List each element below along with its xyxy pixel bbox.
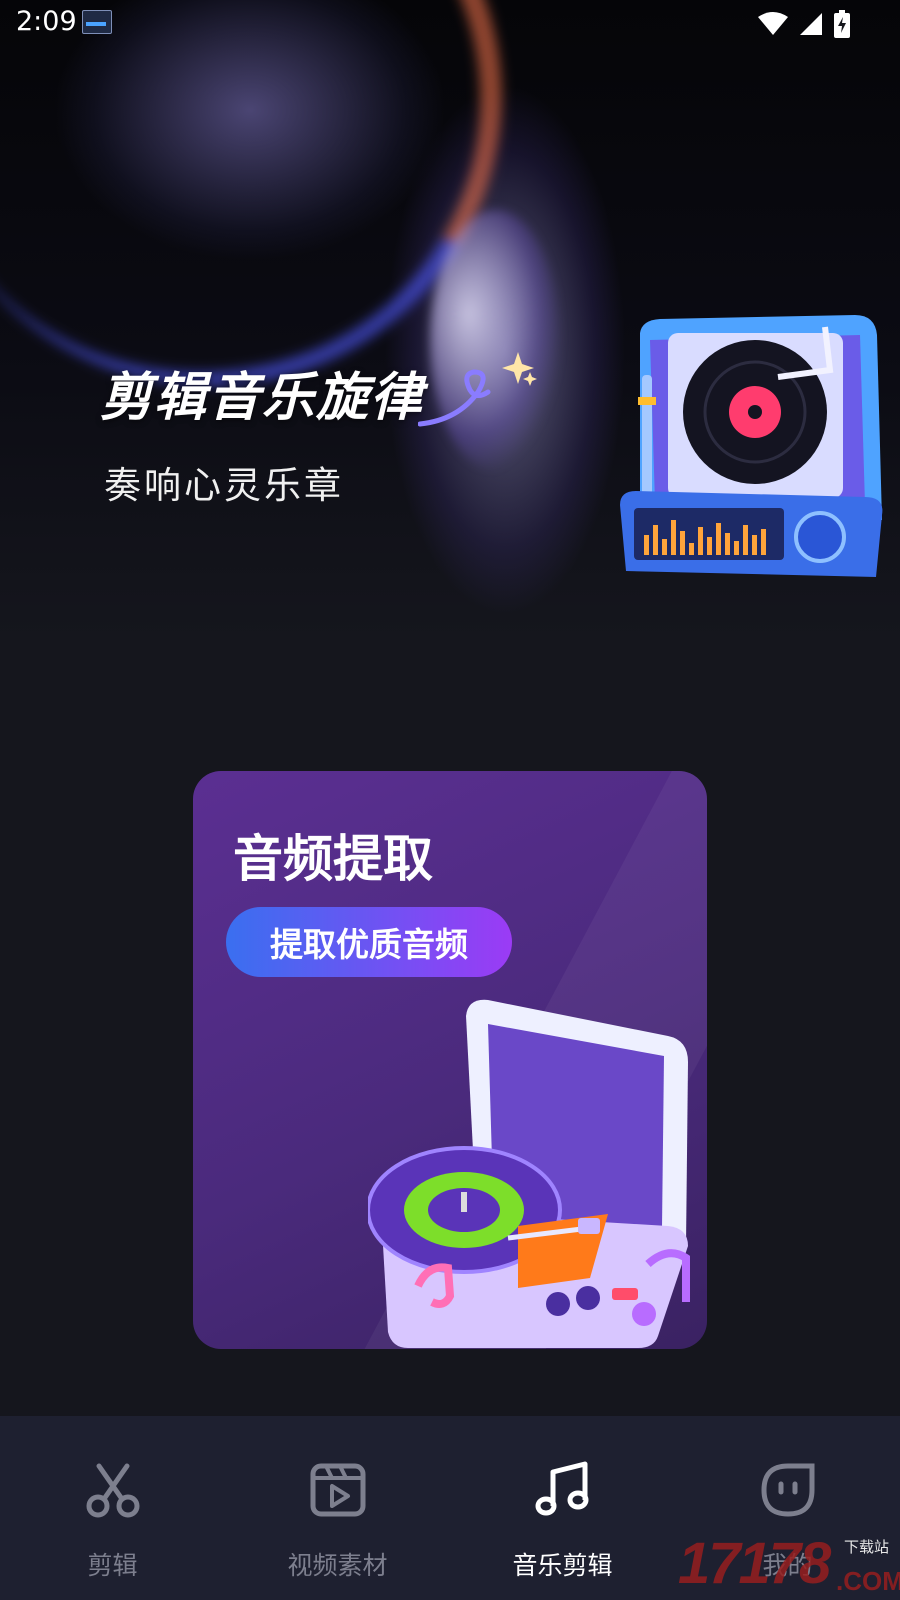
watermark-number: 17178 bbox=[678, 1531, 831, 1596]
nav-item-video-assets[interactable]: 视频素材 bbox=[225, 1416, 450, 1600]
video-icon bbox=[310, 1463, 365, 1517]
extract-audio-button[interactable]: 提取优质音频 bbox=[226, 907, 512, 977]
gramophone-illustration bbox=[368, 999, 690, 1348]
nav-label-edit: 剪辑 bbox=[87, 1551, 138, 1580]
record-player-illustration bbox=[620, 315, 883, 577]
status-icons bbox=[758, 10, 850, 38]
profile-face-icon bbox=[760, 1463, 814, 1517]
status-bar: 2:09 bbox=[0, 0, 900, 48]
scissors-icon bbox=[86, 1463, 139, 1518]
hero-subtitle: 奏响心灵乐章 bbox=[104, 464, 344, 507]
nav-item-music-edit[interactable]: 音乐剪辑 bbox=[450, 1416, 675, 1600]
signal-icon bbox=[800, 13, 822, 35]
nav-item-edit[interactable]: 剪辑 bbox=[0, 1416, 225, 1600]
status-time: 2:09 bbox=[16, 6, 77, 37]
hero-banner: 2:09 剪辑音乐旋律 奏响心灵乐章 bbox=[0, 0, 900, 640]
audio-extract-card[interactable]: 音频提取 提取优质音频 bbox=[193, 771, 707, 1349]
wifi-icon bbox=[758, 12, 788, 35]
notification-icon bbox=[82, 10, 112, 34]
site-watermark: 17178 下载站 .COM bbox=[678, 1530, 900, 1600]
music-note-icon bbox=[535, 1461, 588, 1516]
card-title: 音频提取 bbox=[233, 830, 433, 888]
nav-label-video-assets: 视频素材 bbox=[287, 1551, 388, 1580]
sparkle-icon bbox=[418, 352, 537, 427]
battery-charging-icon bbox=[834, 10, 850, 38]
nav-label-music-edit: 音乐剪辑 bbox=[512, 1551, 613, 1580]
hero-title: 剪辑音乐旋律 bbox=[100, 368, 425, 428]
watermark-site: 下载站 bbox=[844, 1538, 890, 1556]
watermark-domain: .COM bbox=[836, 1566, 900, 1596]
